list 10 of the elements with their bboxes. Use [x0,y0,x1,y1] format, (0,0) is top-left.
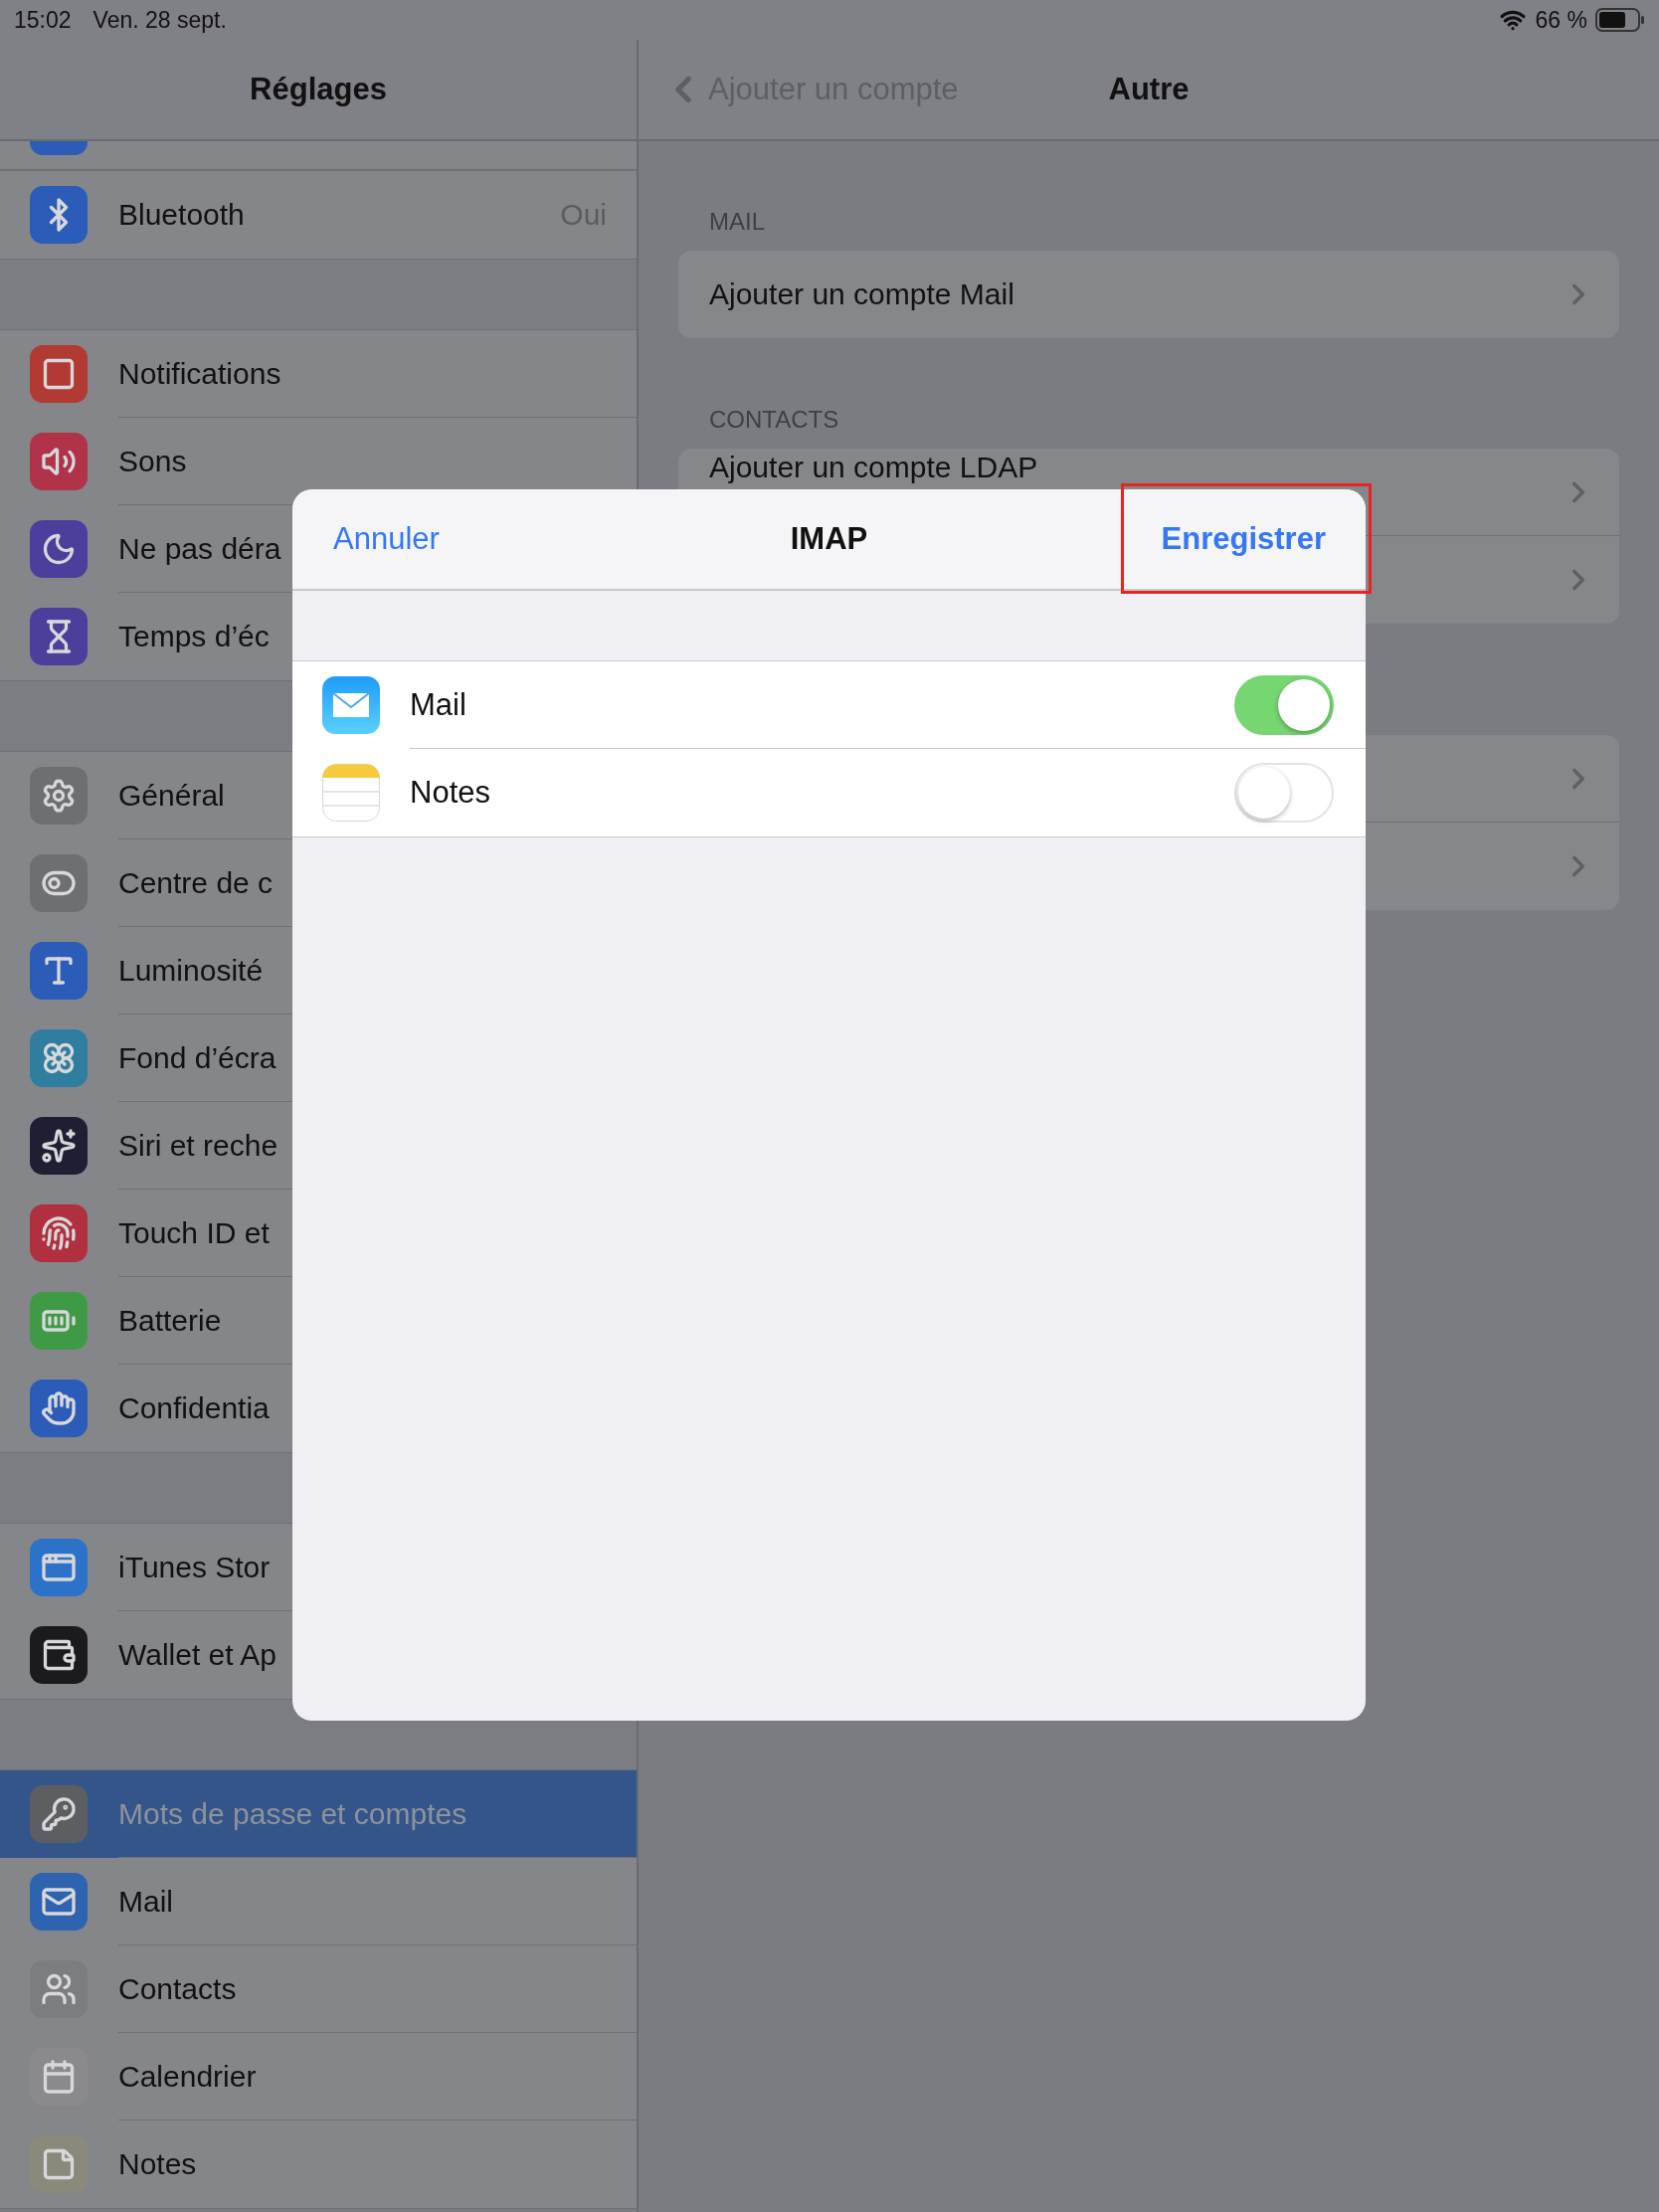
row-label: Mail [410,687,466,723]
status-date: Ven. 28 sept. [92,6,227,34]
status-time: 15:02 [14,6,72,34]
modal-title: IMAP [790,521,868,557]
section-header: MAIL [708,207,766,237]
sidebar-title: Réglages [250,72,387,107]
row-label: Notes [410,775,490,811]
section-header: CONTACTS [708,405,840,435]
battery-percent: 66 % [1535,6,1587,34]
detail-title: Autre [1108,72,1190,107]
